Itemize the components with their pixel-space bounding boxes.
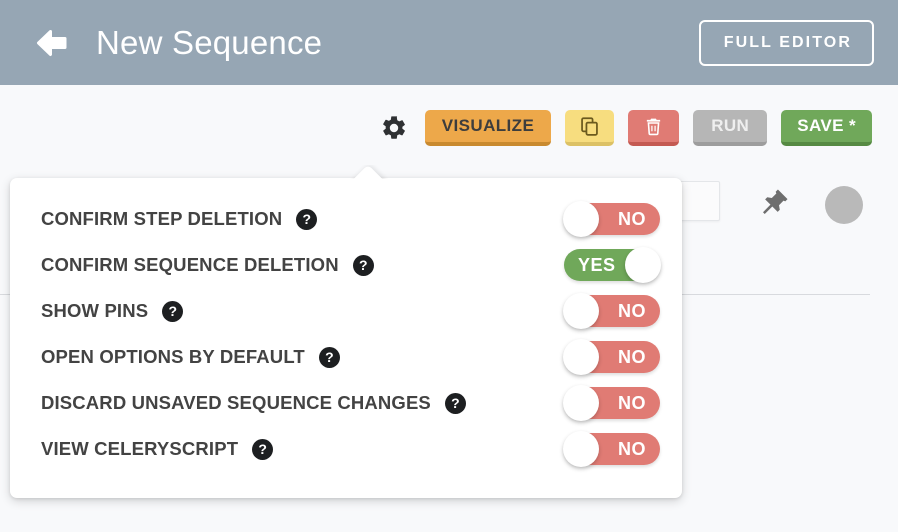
help-icon[interactable]: ? (444, 392, 466, 414)
toggle-value: NO (618, 439, 646, 459)
help-icon[interactable]: ? (318, 346, 340, 368)
trash-icon (644, 116, 663, 137)
help-icon[interactable]: ? (252, 438, 274, 460)
toggle-confirm-step-deletion[interactable]: NO (563, 201, 660, 237)
settings-label: OPEN OPTIONS BY DEFAULT (41, 346, 305, 367)
gear-icon[interactable] (379, 113, 409, 143)
copy-icon (579, 116, 600, 137)
arrow-left-icon[interactable] (30, 21, 74, 65)
toggle-view-celeryscript[interactable]: NO (563, 431, 660, 467)
toggle-knob (563, 339, 599, 375)
toggle-knob (563, 201, 599, 237)
settings-label: DISCARD UNSAVED SEQUENCE CHANGES (41, 392, 431, 413)
toggle-value: NO (618, 209, 646, 229)
settings-label: CONFIRM SEQUENCE DELETION (41, 254, 339, 275)
toggle-knob (563, 293, 599, 329)
avatar[interactable] (825, 186, 863, 224)
help-icon[interactable]: ? (162, 300, 184, 322)
sequence-settings-popover: CONFIRM STEP DELETION ? NO CONFIRM SEQUE… (10, 178, 682, 498)
toggle-discard-unsaved-sequence-changes[interactable]: NO (563, 385, 660, 421)
settings-option-list: CONFIRM STEP DELETION ? NO CONFIRM SEQUE… (10, 178, 682, 472)
page-header: New Sequence FULL EDITOR (0, 0, 898, 85)
run-button[interactable]: RUN (693, 110, 768, 146)
settings-label: CONFIRM STEP DELETION (41, 208, 283, 229)
settings-label: VIEW CELERYSCRIPT (41, 438, 239, 459)
save-button[interactable]: SAVE * (781, 110, 872, 146)
page-title: New Sequence (96, 23, 323, 61)
copy-button[interactable] (565, 110, 615, 146)
toggle-open-options-by-default[interactable]: NO (563, 339, 660, 375)
settings-row-confirm-sequence-deletion: CONFIRM SEQUENCE DELETION ? YES (10, 242, 682, 288)
settings-row-view-celeryscript: VIEW CELERYSCRIPT ? NO (10, 426, 682, 472)
settings-row-confirm-step-deletion: CONFIRM STEP DELETION ? NO (10, 196, 682, 242)
settings-row-discard-unsaved-sequence-changes: DISCARD UNSAVED SEQUENCE CHANGES ? NO (10, 380, 682, 426)
delete-button[interactable] (628, 110, 680, 146)
toggle-knob (563, 431, 599, 467)
toggle-value: NO (618, 393, 646, 413)
settings-label: SHOW PINS (41, 300, 149, 321)
toggle-value: NO (618, 347, 646, 367)
visualize-button[interactable]: VISUALIZE (424, 110, 552, 146)
toggle-value: NO (618, 301, 646, 321)
settings-row-open-options-by-default: OPEN OPTIONS BY DEFAULT ? NO (10, 334, 682, 380)
sequence-toolbar: VISUALIZE RUN SAVE * (379, 110, 872, 146)
toggle-show-pins[interactable]: NO (563, 293, 660, 329)
toggle-value: YES (578, 255, 616, 275)
toggle-confirm-sequence-deletion[interactable]: YES (564, 247, 661, 283)
toggle-knob (563, 385, 599, 421)
help-icon[interactable]: ? (352, 254, 374, 276)
popover-caret (348, 165, 388, 179)
help-icon[interactable]: ? (296, 208, 318, 230)
toggle-knob (625, 247, 661, 283)
pin-icon[interactable] (759, 186, 791, 218)
full-editor-button[interactable]: FULL EDITOR (698, 19, 874, 66)
settings-row-show-pins: SHOW PINS ? NO (10, 288, 682, 334)
